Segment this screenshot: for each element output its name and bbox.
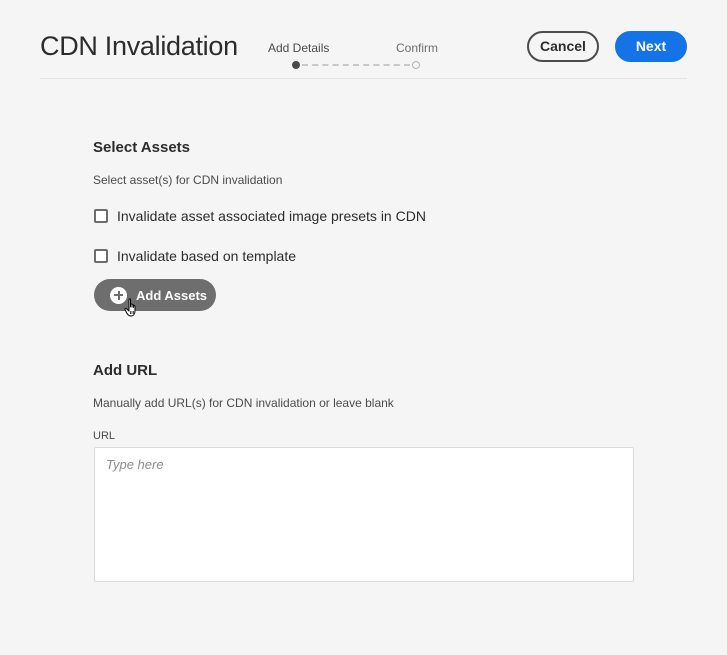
wizard-stepper: Add Details Confirm	[268, 41, 468, 71]
next-button[interactable]: Next	[615, 31, 687, 62]
step-add-details-dot	[292, 61, 300, 69]
add-url-description: Manually add URL(s) for CDN invalidation…	[93, 396, 394, 410]
step-connector	[302, 64, 410, 66]
step-confirm-dot	[412, 61, 420, 69]
step-add-details-label: Add Details	[268, 41, 330, 55]
step-confirm-label: Confirm	[396, 41, 439, 55]
url-field-label: URL	[93, 430, 116, 442]
cdn-invalidation-page: CDN Invalidation Add Details Confirm Can…	[0, 0, 727, 655]
add-assets-label: Add Assets	[136, 287, 208, 303]
checkbox-image-presets[interactable]: Invalidate asset associated image preset…	[94, 206, 426, 226]
checkbox-template[interactable]: Invalidate based on template	[94, 246, 296, 266]
add-url-heading: Add URL	[93, 362, 158, 379]
url-textarea[interactable]	[94, 447, 634, 582]
checkbox-image-presets-label: Invalidate asset associated image preset…	[117, 208, 426, 224]
checkbox-image-presets-box[interactable]	[94, 209, 108, 223]
hand-pointer-cursor-icon	[124, 298, 136, 317]
add-assets-button[interactable]: Add Assets	[94, 279, 216, 311]
page-title: CDN Invalidation	[40, 31, 238, 61]
checkbox-template-box[interactable]	[94, 249, 108, 263]
page-header: CDN Invalidation Add Details Confirm Can…	[40, 0, 687, 79]
checkbox-template-label: Invalidate based on template	[117, 248, 297, 264]
select-assets-description: Select asset(s) for CDN invalidation	[93, 173, 283, 187]
cancel-button[interactable]: Cancel	[527, 31, 599, 62]
select-assets-heading: Select Assets	[93, 139, 191, 156]
